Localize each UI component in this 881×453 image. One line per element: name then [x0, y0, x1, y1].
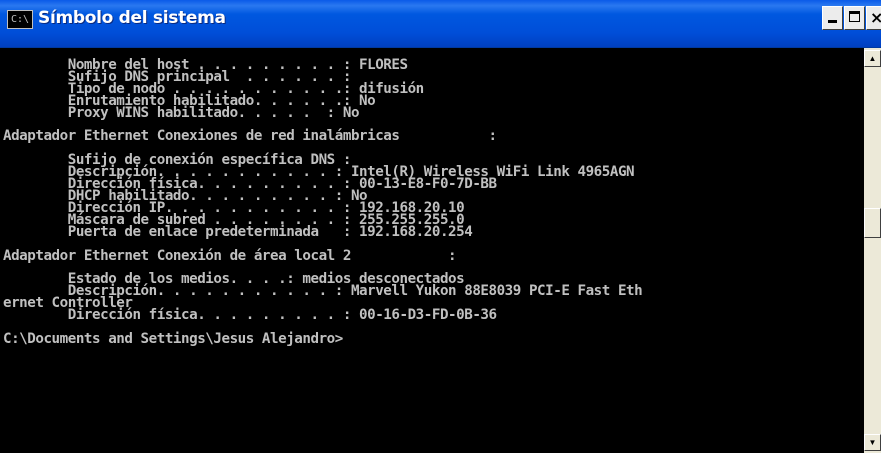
maximize-button[interactable] [844, 6, 865, 30]
scroll-thumb[interactable] [864, 208, 881, 238]
arrow-up-icon: ▲ [868, 54, 877, 63]
minimize-icon [828, 20, 837, 23]
title-bar[interactable]: C:\ Símbolo del sistema × [0, 0, 881, 48]
console-line: Puerta de enlace predeterminada : 192.16… [3, 223, 473, 240]
console-text: Nombre del host . . . . . . . . . : FLOR… [3, 58, 643, 347]
console-line: C:\Documents and Settings\Jesus Alejandr… [3, 330, 343, 347]
cmd-icon[interactable]: C:\ [7, 10, 33, 29]
console-output[interactable]: Nombre del host . . . . . . . . . : FLOR… [0, 48, 864, 453]
console-line: Dirección física. . . . . . . . . : 00-1… [3, 307, 497, 324]
close-icon: × [870, 8, 881, 27]
arrow-down-icon: ▼ [868, 438, 877, 447]
console-line: Adaptador Ethernet Conexiones de red ina… [3, 128, 497, 145]
console-line: Adaptador Ethernet Conexión de área loca… [3, 247, 457, 264]
scroll-down-button[interactable]: ▼ [864, 434, 881, 451]
scroll-up-button[interactable]: ▲ [864, 50, 881, 67]
maximize-icon [849, 11, 860, 22]
command-prompt-window: C:\ Símbolo del sistema × Nombre del hos… [0, 0, 881, 453]
console-line: Proxy WINS habilitado. . . . . : No [3, 104, 360, 121]
vertical-scrollbar[interactable]: ▲ ▼ [864, 48, 881, 453]
minimize-button[interactable] [822, 6, 843, 30]
close-button[interactable]: × [866, 6, 881, 30]
window-title: Símbolo del sistema [38, 8, 226, 28]
